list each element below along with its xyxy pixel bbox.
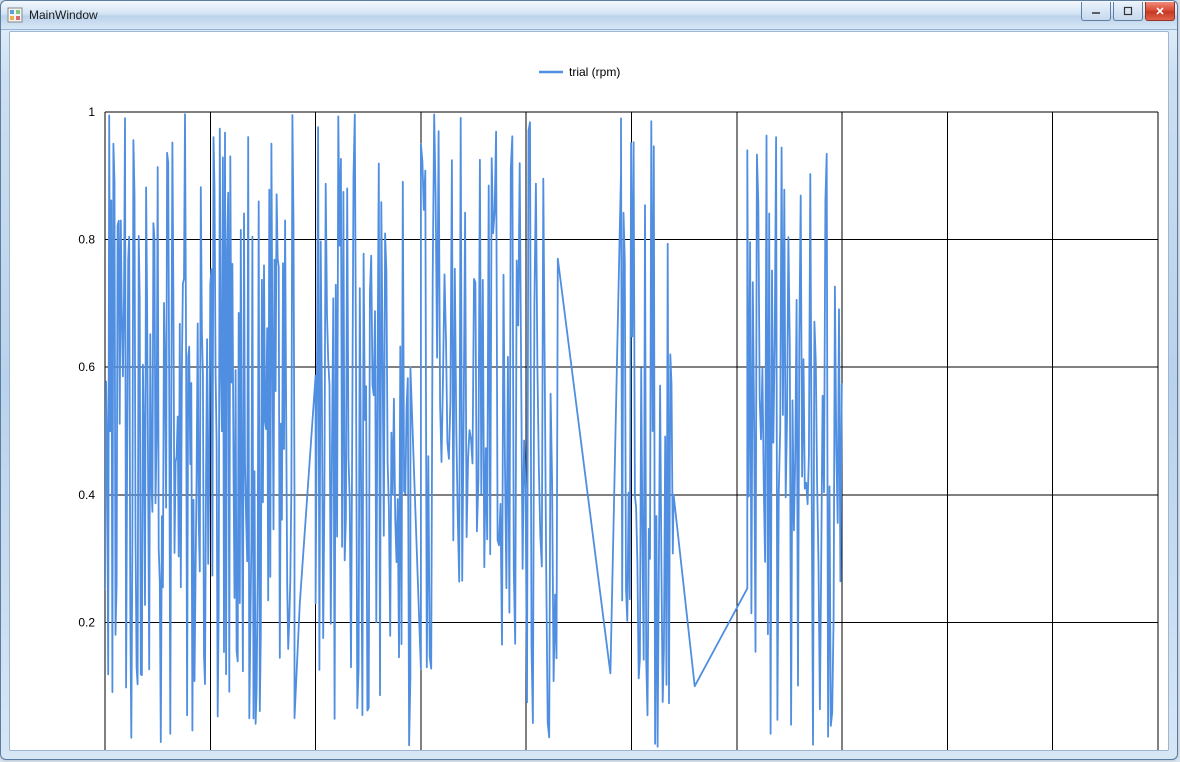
chart-area: 0.2 0.4 0.6 0.8 1 trial (rpm)	[9, 31, 1169, 751]
titlebar[interactable]: MainWindow	[1, 1, 1177, 30]
series-trial-rpm	[105, 114, 842, 747]
svg-text:0.8: 0.8	[78, 233, 95, 247]
chart-svg: 0.2 0.4 0.6 0.8 1 trial (rpm)	[10, 32, 1168, 750]
legend-label: trial (rpm)	[569, 65, 620, 79]
minimize-button[interactable]	[1081, 2, 1111, 21]
window-title: MainWindow	[29, 8, 98, 22]
svg-text:0.6: 0.6	[78, 360, 95, 374]
maximize-button[interactable]	[1113, 2, 1143, 21]
svg-text:0.2: 0.2	[78, 615, 95, 629]
app-icon	[7, 7, 23, 23]
app-window: MainWindow 0.2 0.4 0.6 0.8 1 trial (rpm)	[0, 0, 1178, 760]
window-controls	[1081, 2, 1175, 21]
close-button[interactable]	[1145, 2, 1175, 21]
svg-text:1: 1	[88, 105, 95, 119]
svg-text:0.4: 0.4	[78, 488, 95, 502]
